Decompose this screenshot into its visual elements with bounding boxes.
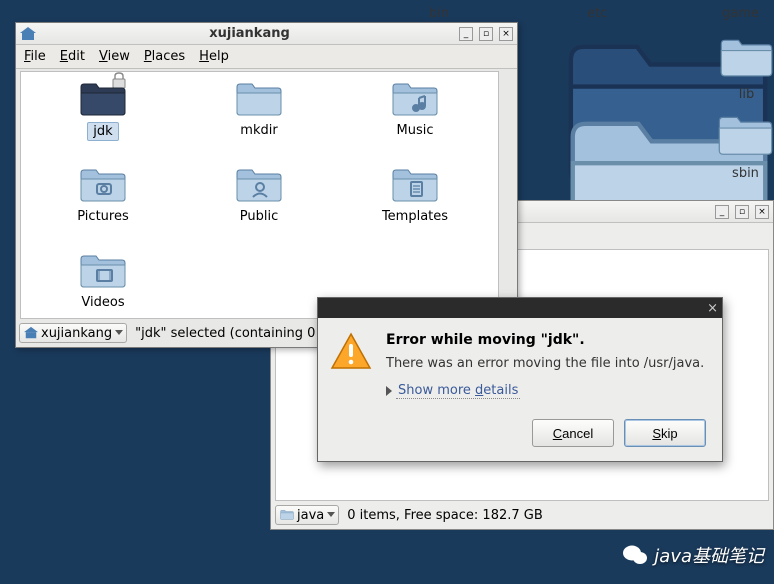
- label: sbin: [727, 165, 764, 182]
- file-label: jdk: [87, 122, 118, 141]
- bg-folder-sbin[interactable]: sbin: [717, 115, 774, 182]
- file-item-music[interactable]: Music: [337, 82, 493, 168]
- label: game: [717, 5, 764, 22]
- folder-icon: [79, 254, 127, 290]
- file-label: Public: [235, 208, 283, 225]
- chevron-down-icon: [115, 330, 123, 335]
- file-label: Videos: [76, 294, 129, 311]
- maximize-button[interactable]: ▫: [735, 205, 749, 219]
- menu-view[interactable]: View: [99, 49, 130, 64]
- watermark-text: java基础笔记: [654, 542, 764, 568]
- bg-folder-game[interactable]: game: [717, 5, 764, 22]
- home-icon: [20, 26, 36, 42]
- file-item-pictures[interactable]: Pictures: [25, 168, 181, 254]
- file-label: Pictures: [72, 208, 133, 225]
- folder-icon: [79, 168, 127, 204]
- titlebar: xujiankang _ ▫ ×: [16, 23, 517, 45]
- icon-view[interactable]: jdk mkdir Music Pictures Public Templates Vide…: [20, 71, 499, 319]
- file-item-videos[interactable]: Videos: [25, 254, 181, 319]
- minimize-button[interactable]: _: [715, 205, 729, 219]
- folder-icon: [280, 508, 294, 522]
- close-button[interactable]: ×: [755, 205, 769, 219]
- folder-icon: [79, 82, 127, 118]
- statusbar-text: 0 items, Free space: 182.7 GB: [343, 508, 543, 523]
- warning-icon: [330, 332, 372, 374]
- menu-help[interactable]: Help: [199, 49, 229, 64]
- file-label: Music: [392, 122, 439, 139]
- label: bin: [424, 5, 454, 22]
- bg-folder-etc[interactable]: etc: [582, 5, 612, 22]
- location-label: xujiankang: [41, 326, 112, 341]
- folder-icon: [391, 82, 439, 118]
- folder-icon: [719, 38, 774, 83]
- close-button[interactable]: ×: [499, 27, 513, 41]
- label: lib: [734, 86, 759, 103]
- menu-places[interactable]: Places: [144, 49, 185, 64]
- watermark: java基础笔记: [622, 542, 764, 568]
- folder-icon: [235, 82, 283, 118]
- file-item-templates[interactable]: Templates: [337, 168, 493, 254]
- bg-folder-bin[interactable]: bin: [424, 5, 454, 22]
- minimize-button[interactable]: _: [459, 27, 473, 41]
- menu-edit[interactable]: Edit: [60, 49, 85, 64]
- location-button[interactable]: java: [275, 505, 339, 525]
- skip-button[interactable]: Skip: [624, 419, 706, 447]
- menubar: File Edit View Places Help: [16, 45, 517, 69]
- location-label: java: [297, 508, 324, 523]
- error-dialog: × Error while moving "jdk". There was an…: [317, 297, 723, 462]
- cancel-button[interactable]: Cancel: [532, 419, 614, 447]
- location-button[interactable]: xujiankang: [19, 323, 127, 343]
- chevron-down-icon: [327, 512, 335, 517]
- disclosure-triangle-icon: [386, 386, 392, 396]
- menu-file[interactable]: File: [24, 49, 46, 64]
- bg-folder-lib[interactable]: lib: [719, 38, 774, 103]
- home-icon: [24, 326, 38, 340]
- file-item-jdk[interactable]: jdk: [25, 82, 181, 168]
- dialog-titlebar: ×: [318, 298, 722, 318]
- folder-icon: [391, 168, 439, 204]
- dialog-heading: Error while moving "jdk".: [386, 332, 704, 348]
- file-item-public[interactable]: Public: [181, 168, 337, 254]
- dialog-message: There was an error moving the file into …: [386, 356, 704, 371]
- file-item-mkdir[interactable]: mkdir: [181, 82, 337, 168]
- file-label: Templates: [377, 208, 453, 225]
- maximize-button[interactable]: ▫: [479, 27, 493, 41]
- window-title: xujiankang: [40, 26, 459, 41]
- close-icon[interactable]: ×: [707, 301, 718, 316]
- show-more-details[interactable]: Show more details: [386, 383, 704, 399]
- show-more-label: Show more details: [396, 383, 520, 399]
- wechat-icon: [622, 544, 648, 566]
- folder-icon: [235, 168, 283, 204]
- folder-icon: [717, 115, 774, 162]
- label: etc: [582, 5, 612, 22]
- file-label: mkdir: [235, 122, 282, 139]
- statusbar-text: "jdk" selected (containing 0: [131, 326, 315, 341]
